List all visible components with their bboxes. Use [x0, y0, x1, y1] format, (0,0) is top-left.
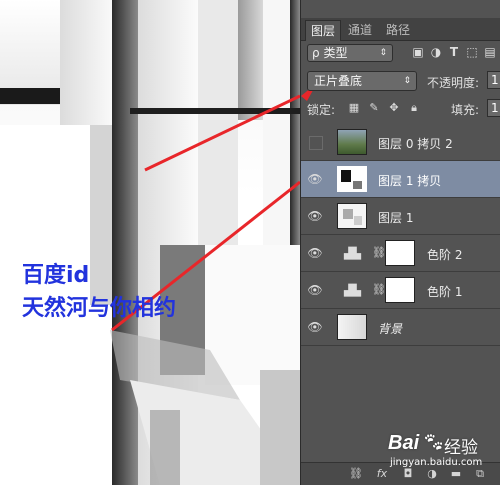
levels-adjustment-icon: ▟▙: [344, 284, 361, 297]
thumb-mask-shape: [343, 209, 353, 219]
chevron-down-icon: ⇕: [379, 48, 387, 58]
thumb-mask-shape: [341, 170, 351, 182]
watermark-line-2: 天然河与你相约: [22, 296, 177, 321]
layer-name: 色阶 1: [427, 285, 463, 299]
layer-row[interactable]: 👁︎ 图层 1: [301, 198, 500, 235]
layer-filter-select[interactable]: ρ 类型 ⇕: [307, 44, 393, 62]
eye-icon[interactable]: 👁︎: [307, 245, 323, 261]
layer-name: 图层 1 拷贝: [378, 174, 442, 188]
tab-layers[interactable]: 图层: [305, 20, 342, 41]
layer-mask-thumbnail: [385, 277, 415, 303]
filter-type-label: 类型: [323, 46, 348, 60]
eye-icon[interactable]: 👁︎: [307, 171, 323, 187]
annotation-arrows: [111, 94, 300, 332]
thumb-mask-shape: [354, 216, 362, 225]
filter-search-icon: ρ: [312, 46, 320, 60]
layer-name: 色阶 2: [427, 248, 463, 262]
fx-icon[interactable]: fx: [375, 467, 389, 481]
thumb-mask-shape: [353, 181, 362, 189]
chevron-down-icon: ⇕: [403, 76, 411, 86]
layer-thumbnail: [337, 166, 367, 192]
watermark-line-1: 百度id: [22, 263, 90, 288]
image-filter-icon[interactable]: ▣: [411, 45, 425, 59]
layer-name: 图层 0 拷贝 2: [378, 137, 453, 151]
layer-row-selected[interactable]: 👁︎ 图层 1 拷贝: [301, 161, 500, 198]
blend-mode-value: 正片叠底: [314, 74, 363, 88]
opacity-label: 不透明度:: [427, 76, 480, 90]
document-canvas[interactable]: 百度id 天然河与你相约: [0, 0, 300, 485]
fill-input[interactable]: 1: [487, 99, 500, 117]
logo-suffix: 经验: [444, 438, 478, 458]
lock-brush-icon[interactable]: ✎: [367, 101, 381, 115]
layer-thumbnail: [337, 314, 367, 340]
text-filter-icon[interactable]: T: [447, 45, 461, 59]
eye-icon[interactable]: 👁︎: [307, 208, 323, 224]
tab-channels[interactable]: 通道: [343, 20, 377, 40]
visibility-toggle[interactable]: [309, 136, 323, 150]
brand-url: jingyan.baidu.com: [390, 457, 483, 468]
logo-text: Bai: [388, 432, 420, 454]
layer-name: 背景: [378, 322, 403, 336]
link-icon: ⛓: [372, 246, 386, 259]
opacity-input[interactable]: 1: [487, 71, 500, 89]
lock-transparent-icon[interactable]: ▦: [347, 101, 361, 115]
lock-move-icon[interactable]: ✥: [387, 101, 401, 115]
paw-icon: 🐾︎: [422, 432, 445, 453]
layer-row[interactable]: 👁︎ 背景: [301, 309, 500, 346]
layer-thumbnail: [337, 129, 367, 155]
tab-paths[interactable]: 路径: [381, 20, 415, 40]
levels-adjustment-icon: ▟▙: [344, 247, 361, 260]
eye-icon[interactable]: 👁︎: [307, 282, 323, 298]
link-icon: ⛓: [372, 283, 386, 296]
layer-thumbnail: [337, 203, 367, 229]
shape-filter-icon[interactable]: ⬚: [465, 45, 479, 59]
baidu-jingyan-logo: Bai 🐾︎ 经验 jingyan.baidu.com: [388, 428, 498, 472]
lock-all-icon[interactable]: 🔒︎: [407, 101, 421, 115]
layer-row[interactable]: 👁︎ ▟▙ ⛓ 色阶 1: [301, 272, 500, 309]
adjustment-filter-icon[interactable]: ◑: [429, 45, 443, 59]
link-icon[interactable]: ⛓: [349, 467, 363, 481]
layer-mask-thumbnail: [385, 240, 415, 266]
panel-tabs: 图层 通道 路径: [301, 18, 500, 41]
layer-row[interactable]: 图层 0 拷贝 2: [301, 124, 500, 161]
layer-row[interactable]: 👁︎ ▟▙ ⛓ 色阶 2: [301, 235, 500, 272]
layers-panel: 图层 通道 路径 ρ 类型 ⇕ ▣ ◑ T ⬚ ▤ 正片叠底 ⇕ 不透明度: 1…: [300, 0, 500, 485]
fill-label: 填充:: [451, 103, 480, 117]
blend-mode-select[interactable]: 正片叠底 ⇕: [307, 71, 417, 91]
smart-object-filter-icon[interactable]: ▤: [483, 45, 497, 59]
layer-name: 图层 1: [378, 211, 414, 225]
eye-icon[interactable]: 👁︎: [307, 319, 323, 335]
lock-label: 锁定:: [307, 103, 336, 117]
